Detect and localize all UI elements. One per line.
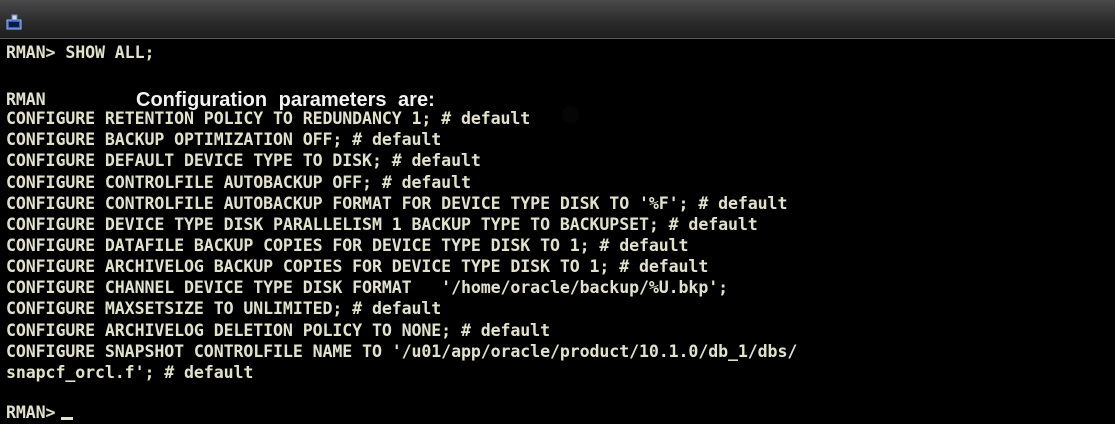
command-line: RMAN> SHOW ALL; xyxy=(6,43,155,62)
config-line: CONFIGURE ARCHIVELOG DELETION POLICY TO … xyxy=(6,321,550,340)
config-line: snapcf_orcl.f'; # default xyxy=(6,363,254,382)
final-prompt: RMAN> xyxy=(6,403,56,422)
text-cursor xyxy=(61,417,74,420)
terminal-app-icon[interactable] xyxy=(6,14,22,30)
config-line: CONFIGURE CHANNEL DEVICE TYPE DISK FORMA… xyxy=(6,278,728,297)
config-line: CONFIGURE MAXSETSIZE TO UNLIMITED; # def… xyxy=(6,299,442,318)
config-line: CONFIGURE DEFAULT DEVICE TYPE TO DISK; #… xyxy=(6,151,481,170)
config-line: CONFIGURE BACKUP OPTIMIZATION OFF; # def… xyxy=(6,130,442,149)
config-line: CONFIGURE CONTROLFILE AUTOBACKUP FORMAT … xyxy=(6,194,788,213)
config-line: CONFIGURE CONTROLFILE AUTOBACKUP OFF; # … xyxy=(6,173,471,192)
config-line: CONFIGURE DEVICE TYPE DISK PARALLELISM 1… xyxy=(6,215,758,234)
final-prompt-line: RMAN> xyxy=(6,403,74,422)
config-line: CONFIGURE SNAPSHOT CONTROLFILE NAME TO '… xyxy=(6,342,798,361)
ink-blot xyxy=(563,107,578,122)
title-bar xyxy=(0,0,1115,39)
config-line: CONFIGURE RETENTION POLICY TO REDUNDANCY… xyxy=(6,109,531,128)
config-heading: Configuration parameters are: xyxy=(136,89,435,111)
config-line: CONFIGURE DATAFILE BACKUP COPIES FOR DEV… xyxy=(6,236,689,255)
config-prefix: RMAN xyxy=(6,90,46,109)
config-line: CONFIGURE ARCHIVELOG BACKUP COPIES FOR D… xyxy=(6,257,709,276)
terminal-output[interactable]: RMAN> SHOW ALL; RMAN Configuration param… xyxy=(0,39,1115,424)
terminal-window: RMAN> SHOW ALL; RMAN Configuration param… xyxy=(0,0,1115,424)
